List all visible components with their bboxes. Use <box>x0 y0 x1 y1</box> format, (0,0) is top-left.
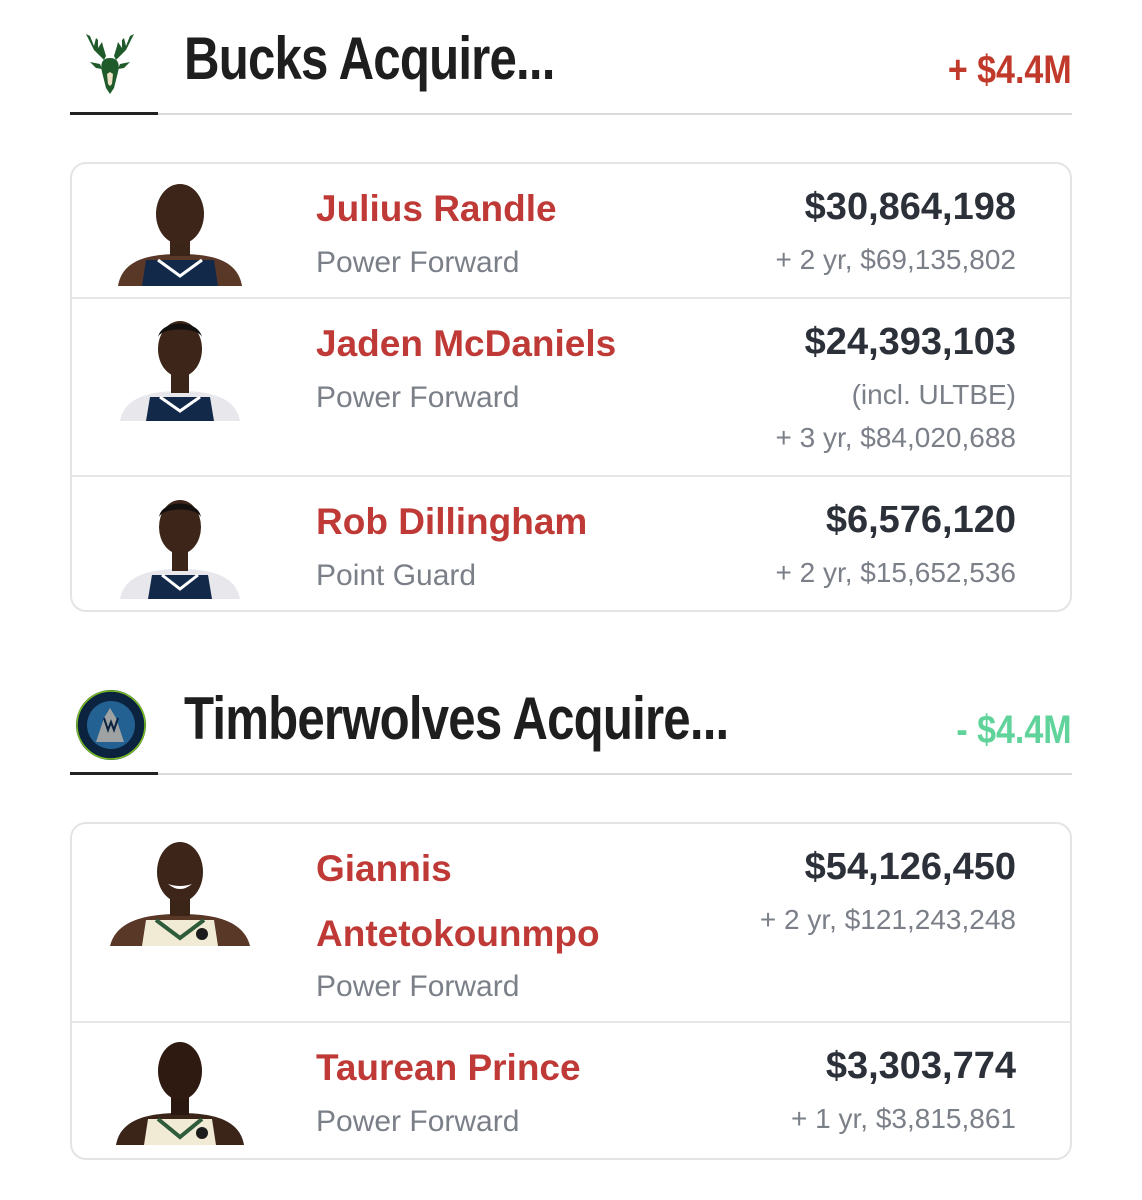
player-name-first[interactable]: Giannis <box>316 848 452 890</box>
player-position: Power Forward <box>316 381 520 414</box>
player-position: Power Forward <box>316 970 520 1003</box>
player-position: Power Forward <box>316 246 520 279</box>
player-row[interactable]: Taurean Prince Power Forward $3,303,774 … <box>72 1023 1070 1156</box>
cap-delta: + $4.4M <box>948 48 1072 92</box>
player-position: Point Guard <box>316 559 477 592</box>
contract-extension: + 2 yr, $121,243,248 <box>759 904 1016 935</box>
header-divider <box>70 773 1072 775</box>
section-header: Timberwolves Acquire... - $4.4M <box>70 660 1072 777</box>
section-header: Bucks Acquire... + $4.4M <box>70 0 1072 117</box>
player-name[interactable]: Julius Randle <box>316 188 557 230</box>
player-salary: $3,303,774 <box>825 1045 1016 1087</box>
player-row[interactable]: Giannis Antetokounmpo Power Forward $54,… <box>72 824 1070 1023</box>
player-headshot <box>118 184 242 286</box>
header-divider-accent <box>70 772 158 775</box>
contract-note: (incl. ULTBE) <box>851 379 1016 410</box>
contract-extension: + 2 yr, $15,652,536 <box>775 557 1016 588</box>
player-salary: $24,393,103 <box>804 321 1016 363</box>
player-name[interactable]: Rob Dillingham <box>316 501 587 543</box>
header-divider-accent <box>70 112 158 115</box>
players-card: Giannis Antetokounmpo Power Forward $54,… <box>70 822 1072 1160</box>
timberwolves-section: Timberwolves Acquire... - $4.4M Giannis … <box>70 660 1072 1160</box>
player-headshot <box>116 1042 244 1145</box>
player-row[interactable]: Julius Randle Power Forward $30,864,198 … <box>72 164 1070 299</box>
cap-delta: - $4.4M <box>956 708 1072 752</box>
player-salary: $6,576,120 <box>825 499 1016 541</box>
contract-extension: + 2 yr, $69,135,802 <box>775 244 1016 275</box>
player-headshot <box>120 500 240 599</box>
player-row[interactable]: Jaden McDaniels Power Forward $24,393,10… <box>72 299 1070 477</box>
contract-extension: + 1 yr, $3,815,861 <box>791 1103 1016 1134</box>
contract-extension: + 3 yr, $84,020,688 <box>775 422 1016 453</box>
player-name[interactable]: Taurean Prince <box>316 1047 581 1089</box>
section-title: Timberwolves Acquire... <box>184 685 729 752</box>
header-divider <box>70 113 1072 115</box>
player-salary: $30,864,198 <box>804 186 1016 228</box>
player-row[interactable]: Rob Dillingham Point Guard $6,576,120 + … <box>72 477 1070 610</box>
player-headshot <box>120 321 240 421</box>
section-title: Bucks Acquire... <box>184 25 555 92</box>
players-card: Julius Randle Power Forward $30,864,198 … <box>70 162 1072 612</box>
player-salary: $54,126,450 <box>804 846 1016 888</box>
player-name[interactable]: Jaden McDaniels <box>316 323 616 365</box>
timberwolves-logo-icon <box>76 690 146 760</box>
player-name-last[interactable]: Antetokounmpo <box>316 913 600 955</box>
player-headshot <box>110 842 250 946</box>
player-position: Power Forward <box>316 1105 520 1138</box>
bucks-logo-icon <box>86 34 134 94</box>
bucks-section: Bucks Acquire... + $4.4M Julius Randle P… <box>70 0 1072 612</box>
